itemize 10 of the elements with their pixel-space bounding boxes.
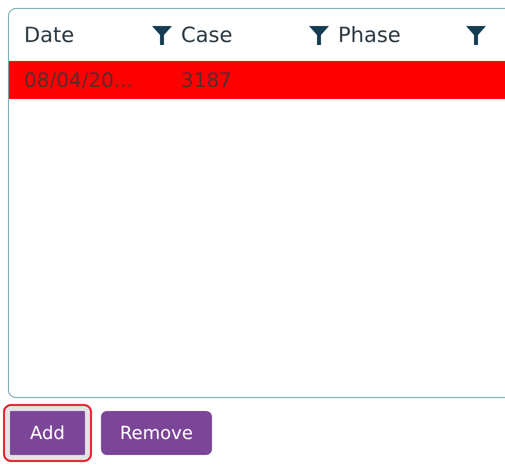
column-header: Phase [338,23,401,47]
table-cell-text: 3187 [181,68,233,92]
table-cell-text: 08/04/20... [24,68,134,92]
filter-icon[interactable] [308,24,330,46]
column-header: Date [24,23,74,47]
filter-icon[interactable] [465,24,487,46]
action-button[interactable]: Add [3,404,92,462]
column-header: Case [181,23,232,47]
action-button[interactable]: Remove [100,411,212,455]
filter-icon[interactable] [151,24,173,46]
